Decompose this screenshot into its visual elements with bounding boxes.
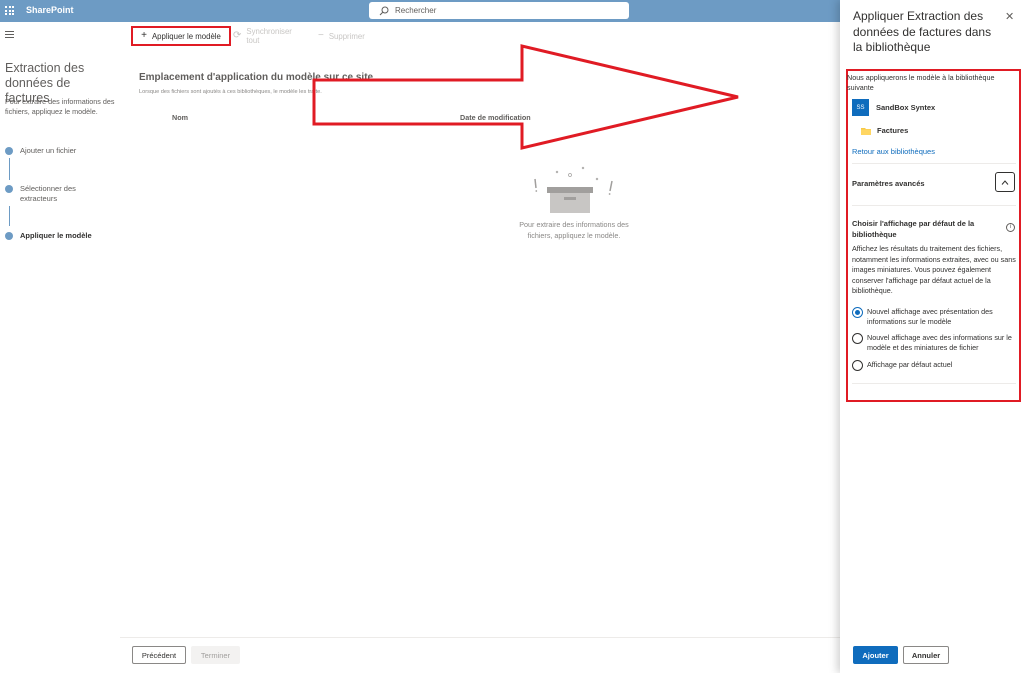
plus-icon: + bbox=[141, 30, 147, 41]
finish-button[interactable]: Terminer bbox=[191, 646, 240, 664]
step-connector bbox=[8, 158, 10, 180]
radio-button[interactable] bbox=[852, 333, 863, 344]
radio-current-default-view[interactable]: Affichage par défaut actuel bbox=[852, 360, 1017, 371]
step-apply-model[interactable]: Appliquer le modèle bbox=[5, 231, 105, 241]
search-input[interactable] bbox=[395, 6, 615, 15]
step-dot-icon bbox=[5, 185, 13, 193]
chevron-up-icon bbox=[1001, 179, 1009, 185]
step-dot-icon bbox=[5, 147, 13, 155]
apply-model-panel: Appliquer Extraction des données de fact… bbox=[840, 0, 1024, 673]
add-button[interactable]: Ajouter bbox=[853, 646, 898, 664]
wizard-steps: Ajouter un fichier Sélectionner des extr… bbox=[5, 146, 105, 241]
search-icon bbox=[379, 6, 389, 15]
panel-intro: Nous appliquerons le modèle à la bibliot… bbox=[847, 73, 995, 92]
suite-bar: SharePoint bbox=[0, 0, 840, 22]
footer-divider bbox=[120, 637, 840, 638]
advanced-settings-toggle[interactable] bbox=[995, 172, 1015, 192]
empty-state-message: Pour extraire des informations des fichi… bbox=[519, 220, 629, 240]
panel-title: Appliquer Extraction des données de fact… bbox=[853, 9, 992, 54]
step-label: Sélectionner des extracteurs bbox=[20, 184, 76, 203]
advanced-settings-label: Paramètres avancés bbox=[852, 179, 925, 188]
step-dot-icon bbox=[5, 232, 13, 240]
step-label: Ajouter un fichier bbox=[20, 146, 77, 155]
sync-icon: ⟳ bbox=[233, 30, 242, 41]
library-name: Factures bbox=[877, 126, 909, 135]
sync-all-button[interactable]: ⟳ Synchroniser tout bbox=[233, 26, 292, 46]
divider bbox=[852, 163, 1016, 164]
radio-label: Affichage par défaut actuel bbox=[867, 360, 953, 369]
section-subtitle: Lorsque des fichiers sont ajoutés à ces … bbox=[139, 89, 322, 95]
apply-model-label: Appliquer le modèle bbox=[151, 31, 221, 41]
red-arrow-annotation bbox=[312, 44, 739, 150]
app-name[interactable]: SharePoint bbox=[26, 5, 74, 15]
library-row: Factures bbox=[861, 126, 908, 135]
step-connector bbox=[8, 206, 10, 226]
column-header-name[interactable]: Nom bbox=[172, 113, 188, 122]
radio-label: Nouvel affichage avec des informations s… bbox=[867, 333, 1012, 352]
hamburger-menu-icon[interactable] bbox=[5, 31, 14, 38]
model-description: Pour extraire des informations des fichi… bbox=[5, 97, 115, 116]
sync-all-label: Synchroniser tout bbox=[246, 27, 292, 45]
empty-box-icon bbox=[534, 166, 613, 213]
step-label: Appliquer le modèle bbox=[20, 231, 92, 240]
step-add-file[interactable]: Ajouter un fichier bbox=[5, 146, 105, 156]
site-name: SandBox Syntex bbox=[876, 103, 936, 112]
waffle-icon[interactable] bbox=[5, 6, 14, 15]
divider bbox=[852, 205, 1016, 206]
site-avatar: SS bbox=[852, 99, 869, 116]
info-icon[interactable]: i bbox=[1006, 223, 1015, 232]
radio-button[interactable] bbox=[852, 360, 863, 371]
search-box[interactable] bbox=[369, 2, 629, 19]
radio-new-view-thumbnails[interactable]: Nouvel affichage avec des informations s… bbox=[852, 333, 1017, 353]
default-view-description: Affichez les résultats du traitement des… bbox=[852, 244, 1016, 296]
radio-button[interactable] bbox=[852, 307, 863, 318]
previous-button[interactable]: Précédent bbox=[132, 646, 186, 664]
default-view-title: Choisir l'affichage par défaut de la bib… bbox=[852, 219, 975, 239]
cancel-button[interactable]: Annuler bbox=[903, 646, 949, 664]
folder-icon bbox=[861, 127, 871, 135]
radio-label: Nouvel affichage avec présentation des i… bbox=[867, 307, 993, 326]
step-select-extractors[interactable]: Sélectionner des extracteurs bbox=[5, 184, 105, 204]
divider bbox=[852, 383, 1016, 384]
apply-model-button[interactable]: + Appliquer le modèle bbox=[131, 26, 231, 46]
site-row: SS SandBox Syntex bbox=[852, 99, 935, 116]
radio-new-view-model-info[interactable]: Nouvel affichage avec présentation des i… bbox=[852, 307, 1017, 327]
close-icon[interactable]: ✕ bbox=[1005, 10, 1014, 23]
back-to-libraries-link[interactable]: Retour aux bibliothèques bbox=[852, 147, 935, 156]
